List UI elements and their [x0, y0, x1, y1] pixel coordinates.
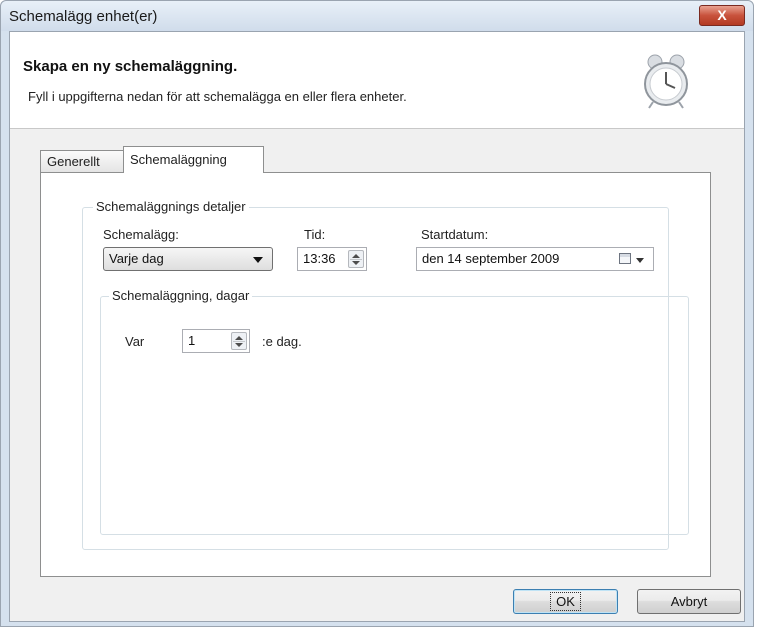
every-label: Var — [125, 334, 145, 349]
header-title: Skapa en ny schemaläggning. — [23, 58, 238, 75]
startdate-value: den 14 september 2009 — [422, 251, 560, 266]
schedule-details-title: Schemaläggnings detaljer — [93, 199, 249, 214]
title-bar[interactable]: Schemalägg enhet(er) X — [1, 1, 753, 31]
dialog-header: Skapa en ny schemaläggning. Fyll i uppgi… — [10, 32, 744, 129]
close-button[interactable]: X — [699, 5, 745, 26]
schedule-select-value: Varje dag — [109, 251, 164, 266]
day-interval-spinner-icon[interactable] — [231, 332, 247, 350]
time-value: 13:36 — [303, 251, 336, 266]
tab-schemalaggning[interactable]: Schemaläggning — [123, 146, 264, 173]
header-subtitle: Fyll i uppgifterna nedan för att schemal… — [28, 89, 407, 104]
ok-button[interactable]: OK — [513, 589, 618, 614]
time-label: Tid: — [304, 227, 326, 242]
schedule-details-group: Schemaläggnings detaljer Schemalägg: Var… — [82, 199, 689, 550]
schedule-select[interactable]: Varje dag — [103, 247, 273, 271]
tab-panel: Schemaläggnings detaljer Schemalägg: Var… — [40, 172, 711, 577]
dialog-body: Skapa en ny schemaläggning. Fyll i uppgi… — [9, 31, 745, 622]
day-suffix-label: :e dag. — [262, 334, 302, 349]
tab-generellt[interactable]: Generellt — [40, 150, 124, 172]
calendar-icon[interactable] — [619, 253, 631, 264]
chevron-down-icon[interactable] — [253, 257, 263, 263]
time-input[interactable]: 13:36 — [297, 247, 367, 271]
schedule-days-group: Schemaläggning, dagar Var 1 :e dag. — [100, 288, 689, 535]
startdate-picker[interactable]: den 14 september 2009 — [416, 247, 654, 271]
time-spinner-icon[interactable] — [348, 250, 364, 268]
calendar-dropdown-arrow-icon[interactable] — [636, 258, 644, 263]
day-interval-input[interactable]: 1 — [182, 329, 250, 353]
window-title: Schemalägg enhet(er) — [9, 8, 158, 25]
alarm-clock-icon — [644, 54, 688, 109]
schedule-label: Schemalägg: — [103, 227, 179, 242]
dialog-window: Schemalägg enhet(er) X Skapa en ny schem… — [0, 0, 754, 627]
day-interval-value: 1 — [188, 333, 196, 348]
startdate-label: Startdatum: — [421, 227, 489, 242]
schedule-days-title: Schemaläggning, dagar — [109, 288, 253, 303]
ok-button-label: OK — [550, 592, 581, 611]
cancel-button[interactable]: Avbryt — [637, 589, 741, 614]
